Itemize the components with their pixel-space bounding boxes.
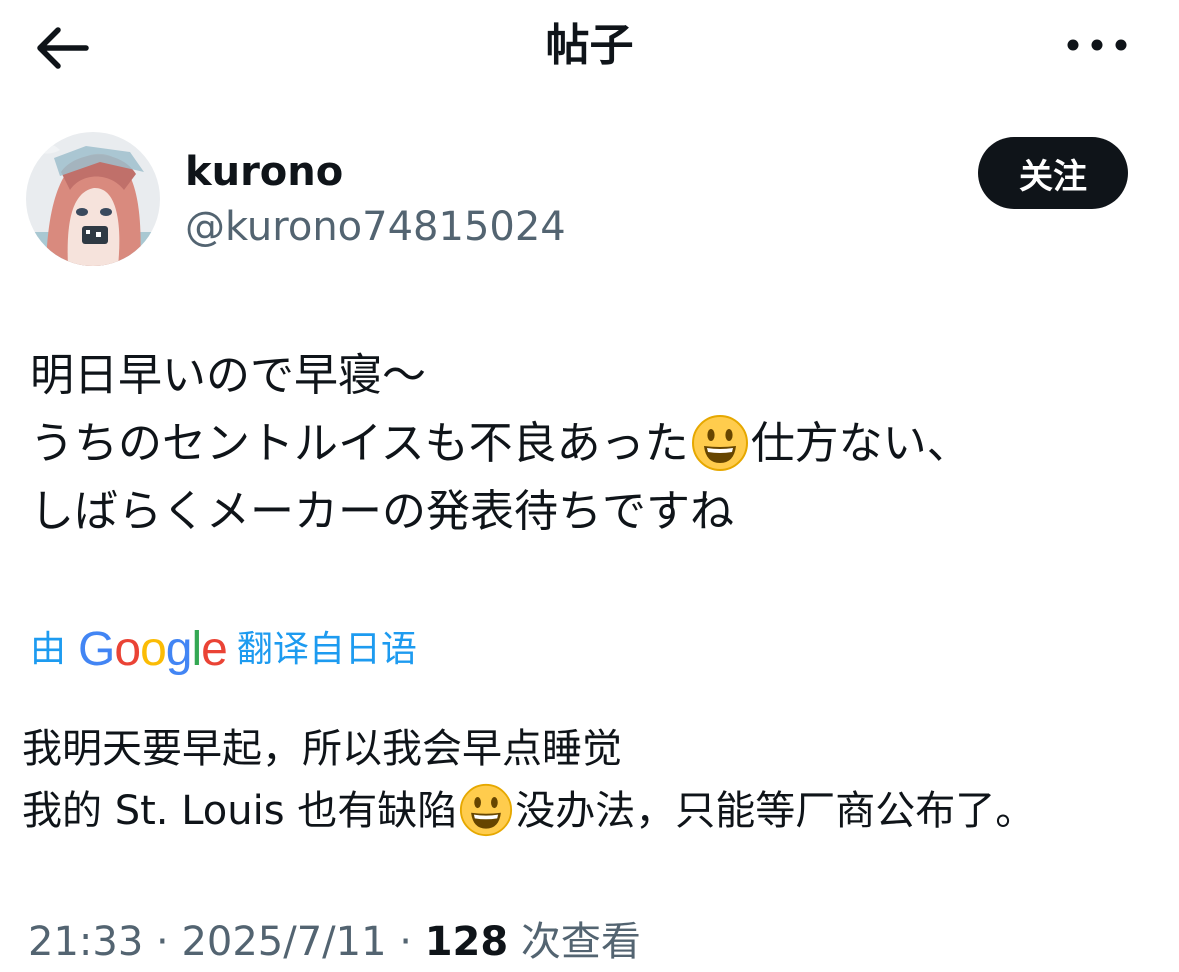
translated-line-1: 我明天要早起，所以我会早点睡觉 <box>22 726 622 772</box>
post-meta: 21:33 · 2025/7/11 · 128 次查看 <box>28 912 641 972</box>
translated-by-google[interactable]: 由 G o o g l e 翻译自日语 <box>30 620 417 680</box>
google-logo: G o o g l e <box>78 620 228 680</box>
smiley-face-emoji <box>691 415 748 471</box>
views-count[interactable]: 128 <box>425 919 509 965</box>
translated-line-2-after: 没办法，只能等厂商公布了。 <box>515 788 1036 834</box>
avatar[interactable] <box>26 132 160 266</box>
translated-text: 我明天要早起，所以我会早点睡觉 我的 St. Louis 也有缺陷 没办法，只能等… <box>22 718 1162 842</box>
translated-line-2-before: 我的 St. Louis 也有缺陷 <box>22 788 458 834</box>
meta-separator: · <box>156 919 169 965</box>
more-horizontal-icon <box>1067 39 1127 51</box>
google-letter: l <box>191 623 202 676</box>
views-label: 次查看 <box>520 919 641 965</box>
translated-line-2: 我的 St. Louis 也有缺陷 没办法，只能等厂商公布了。 <box>22 780 1162 842</box>
google-letter: g <box>165 623 193 676</box>
author-name[interactable]: kurono <box>185 148 343 196</box>
translated-from-japanese: 翻译自日语 <box>236 629 417 670</box>
top-bar: 帖子 <box>0 0 1179 95</box>
smiley-face-emoji <box>460 783 513 837</box>
post-date: 2025/7/11 <box>181 919 387 965</box>
page-title: 帖子 <box>545 20 634 71</box>
google-letter: o <box>114 623 141 676</box>
post-line-2: うちのセントルイスも不良あった 仕方ない、 <box>30 410 1160 478</box>
post-line-2-after: 仕方ない、 <box>750 418 971 469</box>
anime-girl-avatar <box>26 132 160 266</box>
more-options-button[interactable] <box>1055 20 1145 70</box>
post-time: 21:33 <box>28 919 144 965</box>
google-letter: e <box>201 623 228 676</box>
google-letter: o <box>140 623 167 676</box>
follow-button[interactable]: 关注 <box>978 137 1128 209</box>
author-handle[interactable]: @kurono74815024 <box>185 202 566 252</box>
post-line-3: しばらくメーカーの発表待ちですね <box>30 486 734 537</box>
google-letter: G <box>78 623 115 676</box>
meta-separator: · <box>399 919 412 965</box>
post-line-1: 明日早いので早寝～ <box>30 350 426 401</box>
translated-by-prefix: 由 <box>30 629 67 670</box>
post-line-2-before: うちのセントルイスも不良あった <box>30 418 689 469</box>
post-text: 明日早いので早寝～ うちのセントルイスも不良あった 仕方ない、 しばらくメーカーの… <box>30 342 1160 546</box>
